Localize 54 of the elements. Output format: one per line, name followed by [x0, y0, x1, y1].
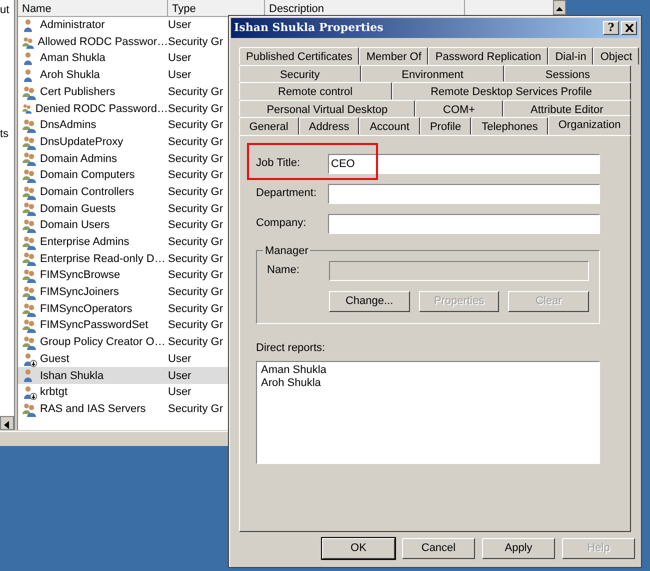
- object-name: Denied RODC Password…: [35, 102, 168, 117]
- object-name: DnsAdmins: [40, 118, 96, 134]
- object-name: Domain Controllers: [40, 184, 134, 200]
- object-name: FIMSyncPasswordSet: [40, 318, 148, 334]
- object-name: Domain Users: [40, 218, 110, 234]
- object-type: User: [168, 51, 192, 66]
- object-type: User: [168, 368, 192, 384]
- object-type: User: [168, 385, 192, 400]
- object-type: Security Gr: [168, 152, 224, 167]
- object-type: Security Gr: [168, 268, 224, 284]
- object-type: Security Gr: [168, 335, 224, 350]
- field-label: Job Title:: [256, 156, 302, 172]
- object-name: krbtgt: [40, 385, 68, 400]
- object-name: FIMSyncOperators: [40, 302, 132, 317]
- object-type: Security Gr: [168, 285, 224, 300]
- object-name: Domain Admins: [40, 152, 118, 167]
- object-type: Security Gr: [168, 134, 224, 150]
- window-title: Ishan Shukla Properties: [234, 20, 384, 36]
- object-name: Aroh Shukla: [40, 68, 100, 84]
- object-type: Security Gr: [168, 218, 224, 234]
- object-name: Domain Computers: [40, 168, 135, 184]
- field-label: Department:: [256, 186, 318, 202]
- object-name: RAS and IAS Servers: [40, 402, 146, 417]
- object-type: Security Gr: [168, 302, 224, 317]
- object-name: Domain Guests: [40, 202, 116, 217]
- object-name: FIMSyncBrowse: [40, 268, 120, 284]
- object-name: Enterprise Admins: [40, 235, 130, 250]
- object-type: Security Gr: [168, 102, 224, 117]
- field-label: Company:: [256, 216, 308, 232]
- object-type: Security Gr: [168, 118, 224, 134]
- object-name: Allowed RODC Passwor…: [38, 34, 168, 50]
- object-name: DnsUpdateProxy: [40, 134, 124, 150]
- object-type: User: [168, 352, 192, 367]
- object-type: Security Gr: [168, 318, 224, 334]
- object-name: Administrator: [40, 18, 105, 34]
- object-name: Guest: [40, 352, 70, 367]
- object-type: Security Gr: [168, 252, 224, 267]
- field-label: Name:: [267, 263, 300, 278]
- object-name: Group Policy Creator O…: [40, 335, 166, 350]
- object-type: Security Gr: [168, 202, 224, 217]
- object-name: Ishan Shukla: [40, 368, 104, 384]
- object-type: Security Gr: [168, 235, 224, 250]
- object-type: Security Gr: [168, 168, 224, 184]
- object-name: Cert Publishers: [40, 84, 116, 100]
- object-name: FIMSyncJoiners: [40, 285, 119, 300]
- object-type: Security Gr: [168, 84, 224, 100]
- object-type: Security Gr: [168, 402, 224, 417]
- object-type: User: [168, 18, 192, 34]
- object-type: Security Gr: [168, 184, 224, 200]
- object-type: Security Gr: [168, 34, 224, 50]
- object-type: User: [168, 68, 192, 84]
- field-label: Direct reports:: [256, 340, 326, 356]
- object-name: Aman Shukla: [40, 51, 106, 66]
- object-name: Enterprise Read-only D…: [40, 252, 166, 267]
